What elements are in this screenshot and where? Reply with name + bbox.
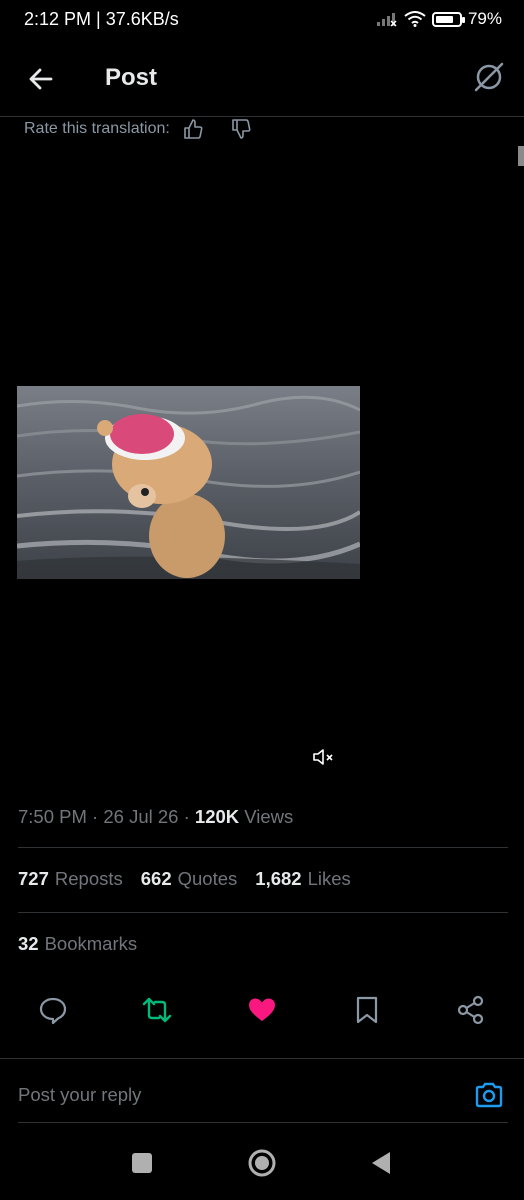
divider	[0, 1058, 524, 1059]
post-meta: 7:50 PM · 26 Jul 26 · 120K Views	[18, 806, 293, 828]
share-icon[interactable]	[456, 995, 486, 1025]
meta-separator: ·	[183, 806, 195, 827]
meta-separator: ·	[92, 806, 104, 827]
page-title: Post	[105, 64, 158, 91]
signal-icon	[376, 13, 397, 27]
bookmarks-stat[interactable]: 32 Bookmarks	[18, 933, 137, 955]
reply-icon[interactable]	[38, 995, 68, 1025]
divider	[18, 847, 508, 848]
post-time: 7:50 PM	[18, 806, 87, 827]
arrow-left-icon[interactable]	[26, 64, 56, 94]
status-icons: 79%	[376, 9, 502, 29]
divider	[18, 912, 508, 913]
repost-icon[interactable]	[142, 995, 172, 1025]
quotes-count: 662	[140, 868, 172, 889]
thumbs-up-icon[interactable]	[182, 118, 204, 140]
battery-icon	[431, 11, 465, 27]
views-count: 120K	[194, 806, 240, 827]
bookmark-icon[interactable]	[352, 995, 382, 1025]
back-triangle-icon[interactable]	[366, 1148, 396, 1178]
battery-percent: 79%	[467, 9, 502, 28]
volume-muted-icon[interactable]	[310, 744, 336, 770]
grok-icon[interactable]	[472, 60, 506, 94]
reposts-stat[interactable]: 727 Reposts	[18, 868, 123, 890]
rate-translation: Rate this translation:	[24, 118, 252, 140]
scrollbar-thumb[interactable]	[518, 146, 524, 166]
bookmarks-count: 32	[18, 933, 39, 954]
video-frame	[17, 386, 360, 579]
home-circle-icon[interactable]	[247, 1148, 277, 1178]
like-icon[interactable]	[247, 995, 277, 1025]
quotes-stat[interactable]: 662 Quotes	[141, 868, 238, 890]
reposts-label: Reposts	[54, 868, 123, 889]
status-bar: 2:12 PM | 37.6KB/s 79%	[0, 0, 524, 40]
rate-translation-label: Rate this translation:	[24, 120, 170, 137]
wifi-icon	[404, 11, 426, 27]
engagement-stats: 727 Reposts 662 Quotes 1,682 Likes	[18, 868, 351, 890]
reply-input[interactable]	[18, 1084, 418, 1106]
status-time-speed: 2:12 PM | 37.6KB/s	[24, 9, 179, 29]
likes-stat[interactable]: 1,682 Likes	[255, 868, 351, 890]
reposts-count: 727	[18, 868, 49, 889]
divider	[18, 1122, 508, 1123]
camera-icon[interactable]	[474, 1080, 504, 1110]
recents-square-icon[interactable]	[127, 1148, 157, 1178]
post-date: 26 Jul 26	[103, 806, 179, 827]
thumbs-down-icon[interactable]	[230, 118, 252, 140]
bookmarks-label: Bookmarks	[44, 933, 138, 954]
video-player[interactable]	[17, 386, 360, 579]
likes-count: 1,682	[255, 868, 302, 889]
system-nav-bar	[0, 1128, 524, 1200]
views-label: Views	[244, 806, 294, 827]
action-bar	[0, 995, 524, 1031]
header-divider	[0, 116, 524, 117]
post-header: Post	[0, 52, 524, 104]
quotes-label: Quotes	[177, 868, 238, 889]
likes-label: Likes	[307, 868, 351, 889]
